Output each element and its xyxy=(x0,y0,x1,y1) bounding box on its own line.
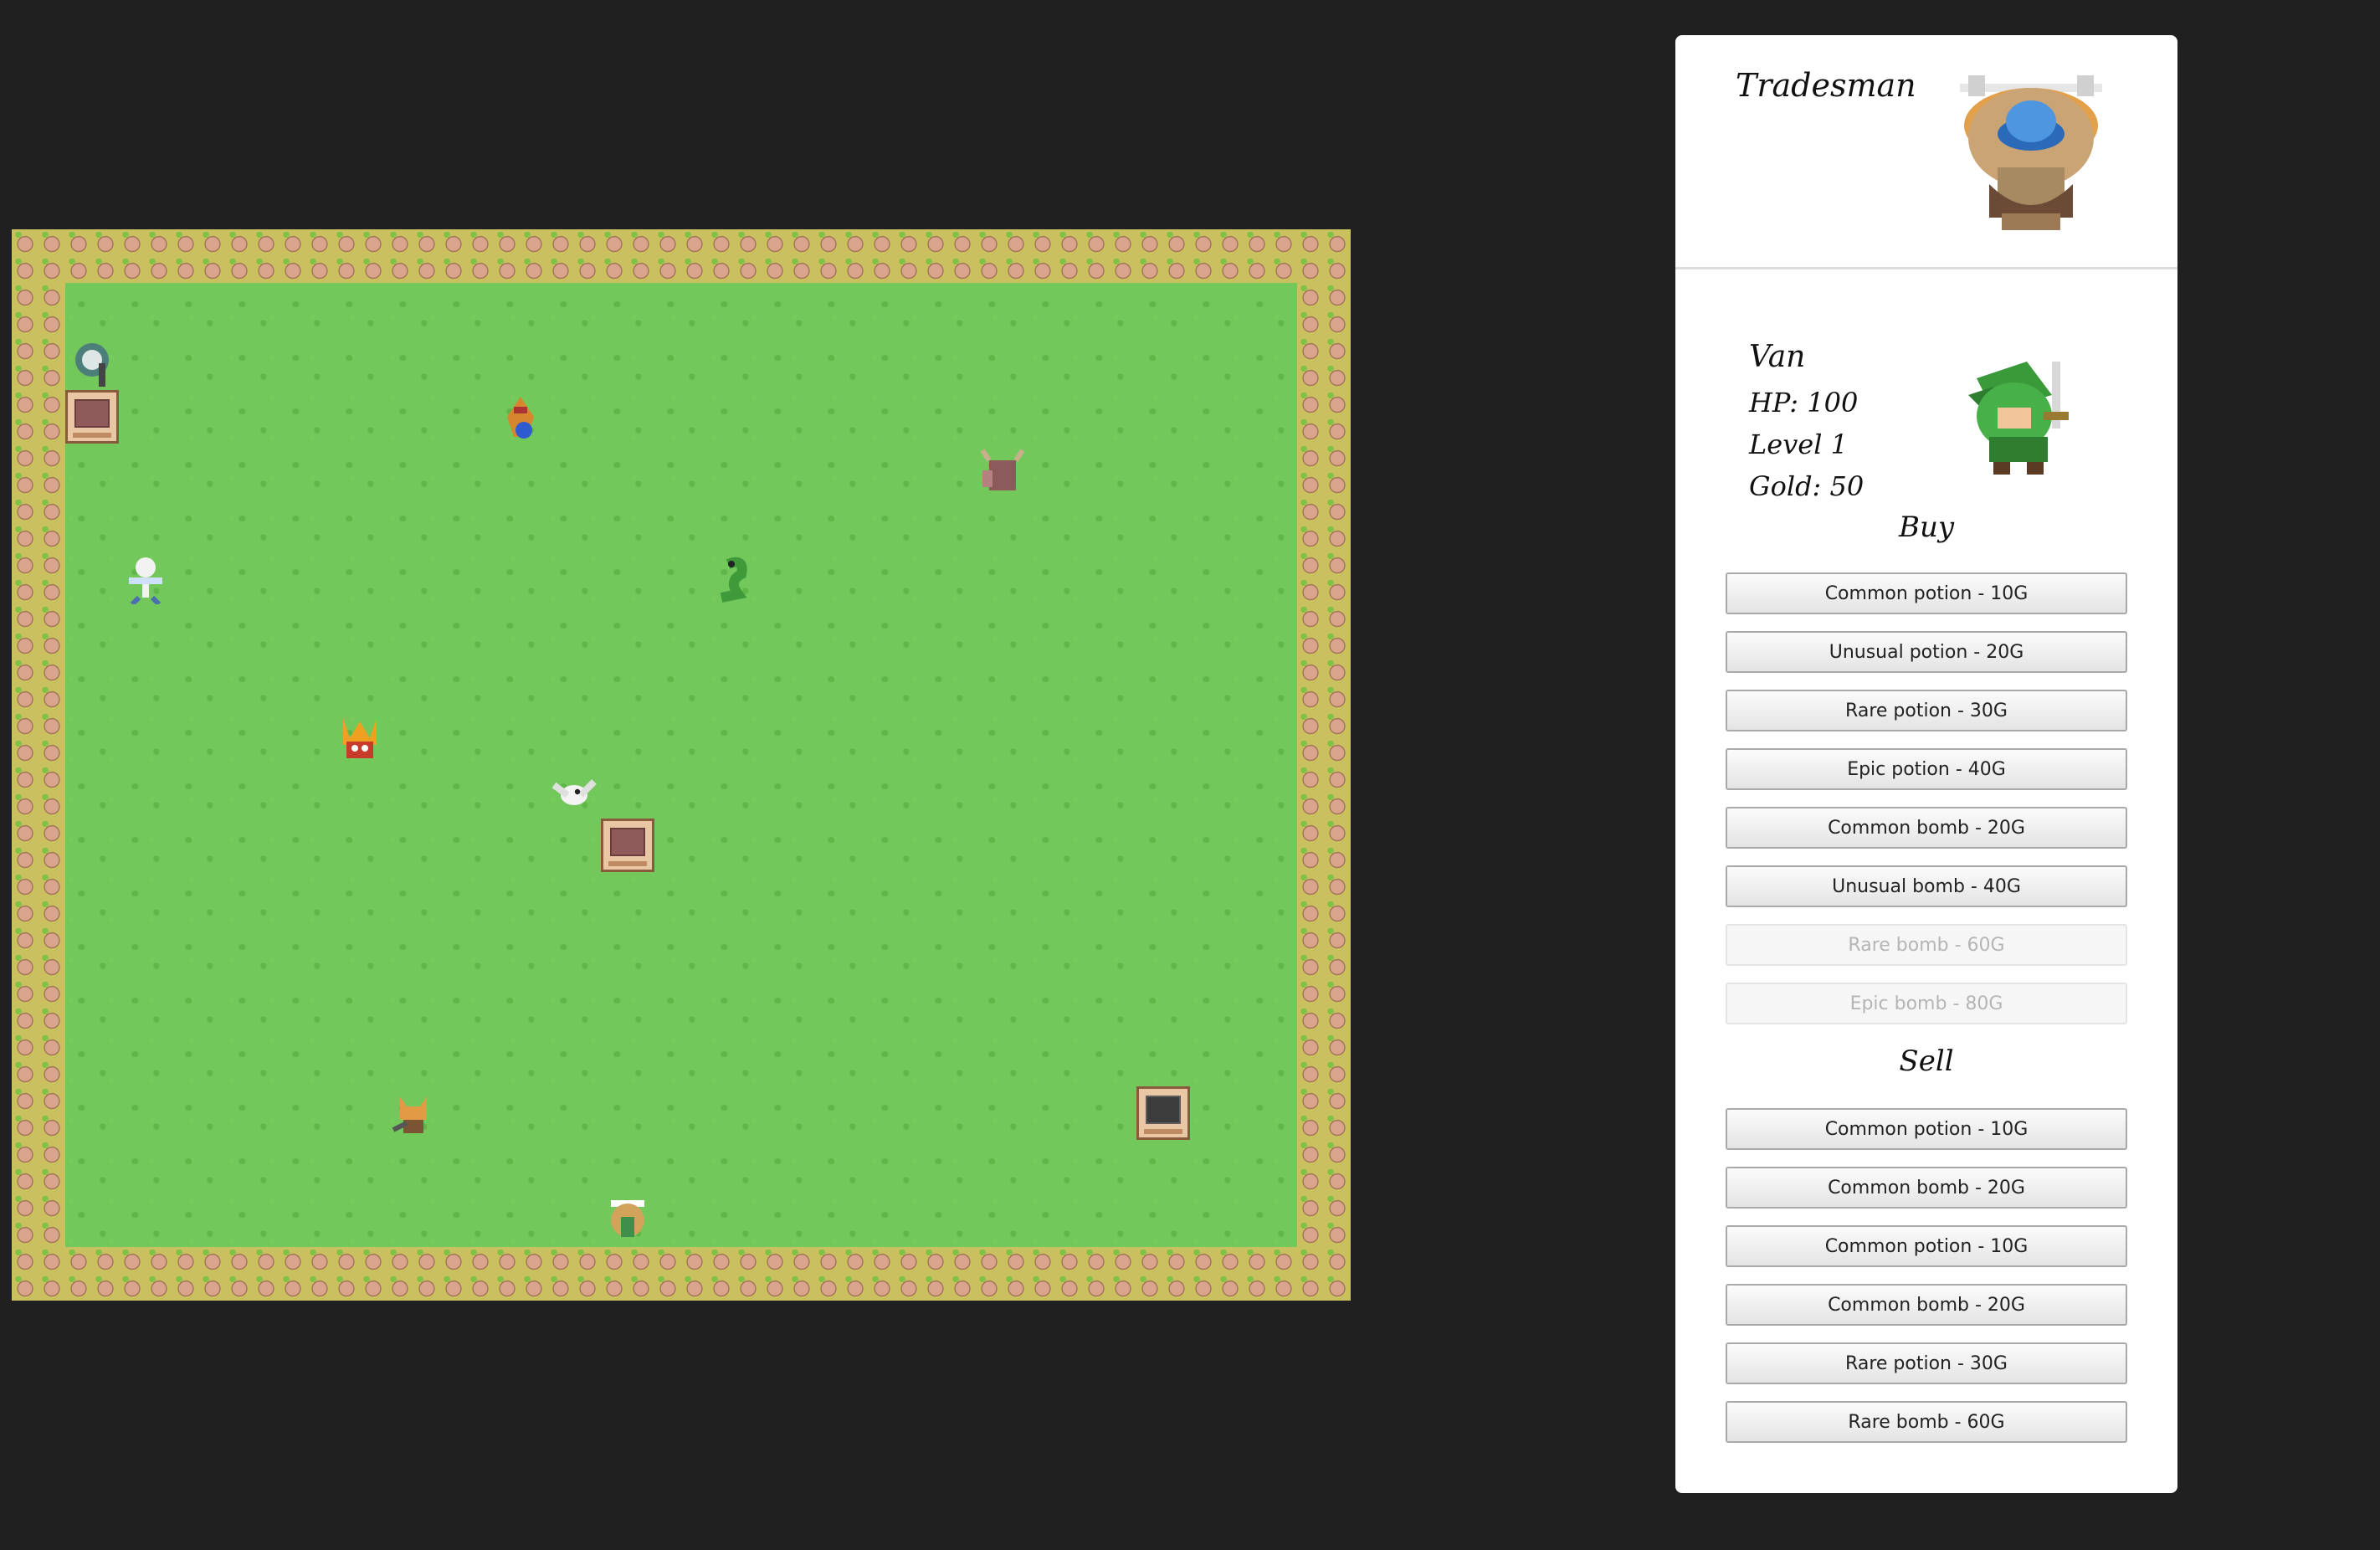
buy-item-button[interactable]: Common bomb - 20G xyxy=(1726,807,2127,849)
buy-item-button[interactable]: Unusual bomb - 40G xyxy=(1726,865,2127,907)
map-grass-field[interactable] xyxy=(65,283,1297,1247)
buy-item-button: Epic bomb - 80G xyxy=(1726,983,2127,1024)
player-hero-sprite[interactable] xyxy=(601,1193,654,1247)
buy-list[interactable]: Common potion - 10G Unusual potion - 20G R… xyxy=(1726,572,2127,1050)
buy-item-button[interactable]: Epic potion - 40G xyxy=(1726,748,2127,790)
player-gold: Gold: 50 xyxy=(1749,470,1865,502)
merchant-name: Tradesman xyxy=(1736,67,1916,104)
shop-panel: Tradesman Van HP: 100 Level 1 Gold: 50 B… xyxy=(1675,35,2177,1493)
merchant-section: Tradesman xyxy=(1675,35,2177,269)
skeleton-sprite[interactable] xyxy=(119,551,172,604)
armored-knight-sprite[interactable] xyxy=(65,336,119,390)
sell-heading: Sell xyxy=(1899,1044,1954,1078)
sell-item-button[interactable]: Common bomb - 20G xyxy=(1726,1284,2127,1326)
green-snake-sprite[interactable] xyxy=(708,551,762,604)
open-chest[interactable] xyxy=(1136,1086,1190,1140)
player-name: Van xyxy=(1749,340,1806,374)
red-flame-demon-sprite[interactable] xyxy=(333,711,387,765)
sell-list: Common potion - 10G Common bomb - 20G Comm… xyxy=(1726,1108,2127,1460)
sell-item-button[interactable]: Common potion - 10G xyxy=(1726,1108,2127,1150)
fox-warrior-sprite[interactable] xyxy=(387,1086,440,1140)
white-bird-sprite[interactable] xyxy=(547,765,601,819)
buy-item-button[interactable]: Rare potion - 30G xyxy=(1726,690,2127,731)
sell-item-button[interactable]: Common potion - 10G xyxy=(1726,1225,2127,1267)
buy-item-button[interactable]: Common potion - 10G xyxy=(1726,572,2127,614)
chest[interactable] xyxy=(65,390,119,444)
sell-item-button[interactable]: Rare bomb - 60G xyxy=(1726,1401,2127,1443)
sell-item-button[interactable]: Rare potion - 30G xyxy=(1726,1342,2127,1384)
game-map[interactable] xyxy=(12,229,1351,1301)
buy-item-button: Rare bomb - 60G xyxy=(1726,924,2127,966)
green-hero-sprite-icon xyxy=(1960,353,2077,479)
buy-heading: Buy xyxy=(1898,511,1955,544)
player-section: Van HP: 100 Level 1 Gold: 50 xyxy=(1675,269,2177,512)
player-level: Level 1 xyxy=(1749,429,1848,460)
player-hp: HP: 100 xyxy=(1749,387,1859,418)
minotaur-sprite[interactable] xyxy=(976,444,1029,497)
tradesman-sprite-icon xyxy=(1960,75,2102,234)
chest[interactable] xyxy=(601,819,654,872)
sell-item-button[interactable]: Common bomb - 20G xyxy=(1726,1167,2127,1209)
buy-item-button[interactable]: Unusual potion - 20G xyxy=(1726,631,2127,673)
fire-imp-sprite[interactable] xyxy=(494,390,547,444)
